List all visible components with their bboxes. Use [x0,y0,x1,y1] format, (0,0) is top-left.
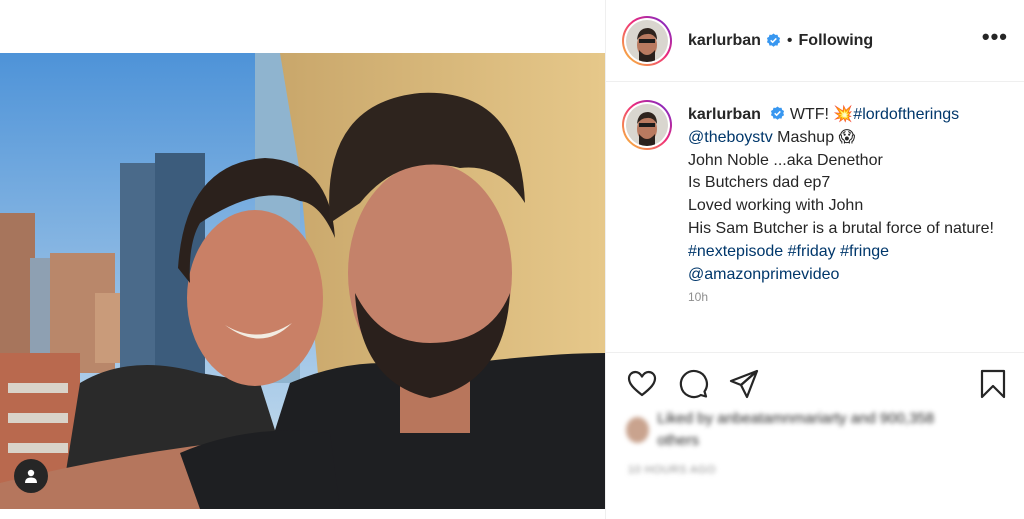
caption-text: WTF! 💥 [789,106,854,123]
comments-area: karlurban WTF! 💥#lordoftherings @theboys… [606,82,1024,352]
caption-line: Loved working with John [688,197,864,215]
hashtag-link[interactable]: #lordoftherings [853,106,959,123]
post-time: 10 HOURS AGO [628,464,716,476]
hashtag-link[interactable]: #nextepisode [688,243,783,260]
separator-dot: • [786,31,793,49]
caption-avatar[interactable] [622,100,672,150]
post-caption: karlurban WTF! 💥#lordoftherings @theboys… [688,104,994,352]
avatar[interactable] [622,15,672,66]
more-options-button[interactable]: ••• [982,25,1008,56]
action-bar [606,352,1024,415]
hashtag-link[interactable]: #fringe [840,243,889,260]
verified-badge-icon [766,33,780,47]
likes-text[interactable]: Liked by anbeatamnmariarty and 900,358 o… [657,408,946,452]
liker-avatar [626,417,650,443]
post-info-pane: karlurban • Following ••• karlurban WTF!… [605,0,1024,519]
caption-timestamp: 10h [688,290,709,305]
hashtag-link[interactable]: #friday [788,243,836,260]
caption-line: Is Butchers dad ep7 [688,174,831,192]
post-photo[interactable] [0,53,605,509]
user-tag-button[interactable] [14,459,48,493]
post-header: karlurban • Following ••• [606,0,1024,82]
share-icon[interactable] [728,368,760,400]
heart-icon[interactable] [626,368,658,400]
user-tag-icon [25,469,37,483]
mention-link[interactable]: @amazonprimevideo [688,266,839,283]
likes-summary: Liked by anbeatamnmariarty and 900,358 o… [626,408,946,476]
post-username[interactable]: karlurban [688,32,761,50]
caption-text: Mashup 😱 [772,128,856,146]
caption-username[interactable]: karlurban [688,106,761,123]
following-button[interactable]: Following [799,32,874,50]
comment-icon[interactable] [677,368,709,400]
caption-line: John Noble ...aka Denethor [688,151,883,169]
verified-badge-icon [771,106,785,120]
photo-pane [0,0,605,519]
bookmark-icon[interactable] [977,368,1009,400]
caption-line: His Sam Butcher is a brutal force of nat… [688,219,994,237]
mention-link[interactable]: @theboystv [688,129,773,146]
